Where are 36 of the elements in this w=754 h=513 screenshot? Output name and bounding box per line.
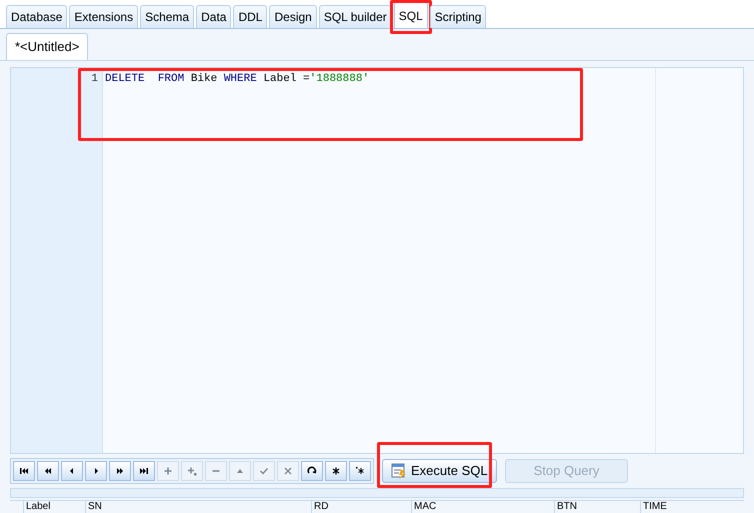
navigator-button[interactable] [349,461,371,481]
column-header[interactable]: SN [86,501,312,513]
navigator-button[interactable] [133,461,155,481]
goto-bookmark-icon [354,465,366,477]
column-header[interactable]: RD [312,501,412,513]
first-icon [18,465,30,477]
tab[interactable]: Extensions [69,5,138,28]
navigator-button[interactable] [13,461,35,481]
cancel-icon [282,465,294,477]
navigator-button[interactable] [325,461,347,481]
line-number: 1 [91,72,98,86]
next-page-icon [114,465,126,477]
code-line: DELETE FROM Bike WHERE Label ='1888888' [105,72,370,86]
last-icon [138,465,150,477]
tab[interactable]: Database [6,5,68,28]
navigator-button[interactable] [109,461,131,481]
column-header[interactable]: MAC [412,501,555,513]
tab[interactable]: Scripting [430,5,486,28]
tab[interactable]: SQL builder [318,5,392,28]
navigator-button[interactable] [301,461,323,481]
bookmark-icon [330,465,342,477]
tab[interactable]: DDL [233,5,268,28]
column-header[interactable]: TIME [641,501,744,513]
column-header[interactable]: Label [24,501,86,513]
navigator-button[interactable] [37,461,59,481]
script-run-icon [391,463,407,479]
column-header[interactable]: BTN [555,501,641,513]
code-editor[interactable]: 1 DELETE FROM Bike WHERE Label ='1888888' [10,67,744,454]
tab[interactable]: SQL [394,2,428,28]
document-tab[interactable]: *<Untitled> [6,33,88,60]
insert-icon [162,465,174,477]
action-button[interactable]: Execute SQL [382,459,497,483]
append-icon [186,465,198,477]
tab[interactable]: Schema [140,5,194,28]
tab[interactable]: Design [269,5,317,28]
tab[interactable]: Data [196,5,232,28]
